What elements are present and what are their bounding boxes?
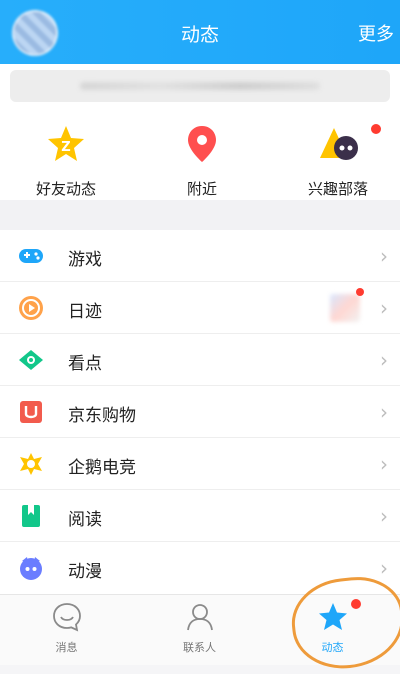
eye-icon <box>19 350 43 370</box>
bottom-tab-bar: 消息 联系人 动态 <box>0 594 400 665</box>
search-area <box>0 64 400 112</box>
quick-item-nearby[interactable]: 附近 <box>147 120 257 200</box>
tribe-icon <box>320 128 358 160</box>
list-item-riji[interactable]: 日迹 › <box>0 282 400 334</box>
camera-record-icon <box>19 296 43 320</box>
list-item-jd[interactable]: 京东购物 › <box>0 386 400 438</box>
list-item-label: 看点 <box>68 354 102 374</box>
tab-dynamics[interactable]: 动态 <box>266 599 399 661</box>
chevron-right-icon: › <box>380 244 388 268</box>
list-item-kandian[interactable]: 看点 › <box>0 334 400 386</box>
tab-label: 联系人 <box>183 641 216 654</box>
list-item-label: 阅读 <box>68 510 102 530</box>
jd-u-icon <box>20 401 42 423</box>
star-icon <box>318 603 347 630</box>
list-item-anime[interactable]: 动漫 › <box>0 542 400 594</box>
contacts-icon <box>186 604 213 631</box>
gamepad-icon <box>19 249 43 263</box>
tab-label: 消息 <box>55 641 78 654</box>
list-item-games[interactable]: 游戏 › <box>0 230 400 282</box>
feature-list: 游戏 › 日迹 › 看点 › 京东购物 › 企鹅电竞 › 阅读 › 动漫 › <box>0 230 400 594</box>
location-pin-icon <box>188 126 216 162</box>
more-button[interactable]: 更多 <box>358 20 394 46</box>
quick-entries: Z 好友动态 附近 兴趣部落 <box>0 112 400 200</box>
list-item-reading[interactable]: 阅读 › <box>0 490 400 542</box>
page-title: 动态 <box>180 24 219 46</box>
list-item-esports[interactable]: 企鹅电竞 › <box>0 438 400 490</box>
riji-badge <box>356 288 364 296</box>
bookmark-icon <box>22 505 40 527</box>
list-item-label: 日迹 <box>68 302 102 322</box>
tab-messages[interactable]: 消息 <box>0 601 133 661</box>
dynamics-badge <box>351 599 361 609</box>
message-smile-icon <box>52 603 81 632</box>
tab-label: 动态 <box>321 641 344 654</box>
list-item-label: 企鹅电竞 <box>68 458 136 478</box>
search-placeholder-blurred <box>80 82 320 90</box>
quick-item-tribe[interactable]: 兴趣部落 <box>283 120 393 200</box>
list-item-label: 游戏 <box>68 250 102 270</box>
chevron-right-icon: › <box>380 556 388 580</box>
friend-star-icon: Z <box>48 126 84 161</box>
list-item-label: 动漫 <box>68 562 102 582</box>
chevron-right-icon: › <box>380 504 388 528</box>
chevron-right-icon: › <box>380 400 388 424</box>
chevron-right-icon: › <box>380 348 388 372</box>
quick-item-label: 兴趣部落 <box>307 180 368 198</box>
section-divider <box>0 200 400 230</box>
chevron-right-icon: › <box>380 296 388 320</box>
search-bar[interactable] <box>10 70 390 102</box>
list-item-label: 京东购物 <box>68 406 136 426</box>
tab-contacts[interactable]: 联系人 <box>133 601 266 661</box>
quick-item-friends[interactable]: Z 好友动态 <box>11 120 121 200</box>
quick-item-label: 附近 <box>186 180 217 198</box>
top-bar: 动态 更多 <box>0 0 400 64</box>
esports-icon <box>20 453 42 475</box>
svg-text:Z: Z <box>61 140 70 155</box>
anime-icon <box>20 557 42 580</box>
riji-thumbnail <box>330 294 360 322</box>
quick-item-label: 好友动态 <box>35 180 96 198</box>
chevron-right-icon: › <box>380 452 388 476</box>
tribe-badge <box>371 124 381 134</box>
